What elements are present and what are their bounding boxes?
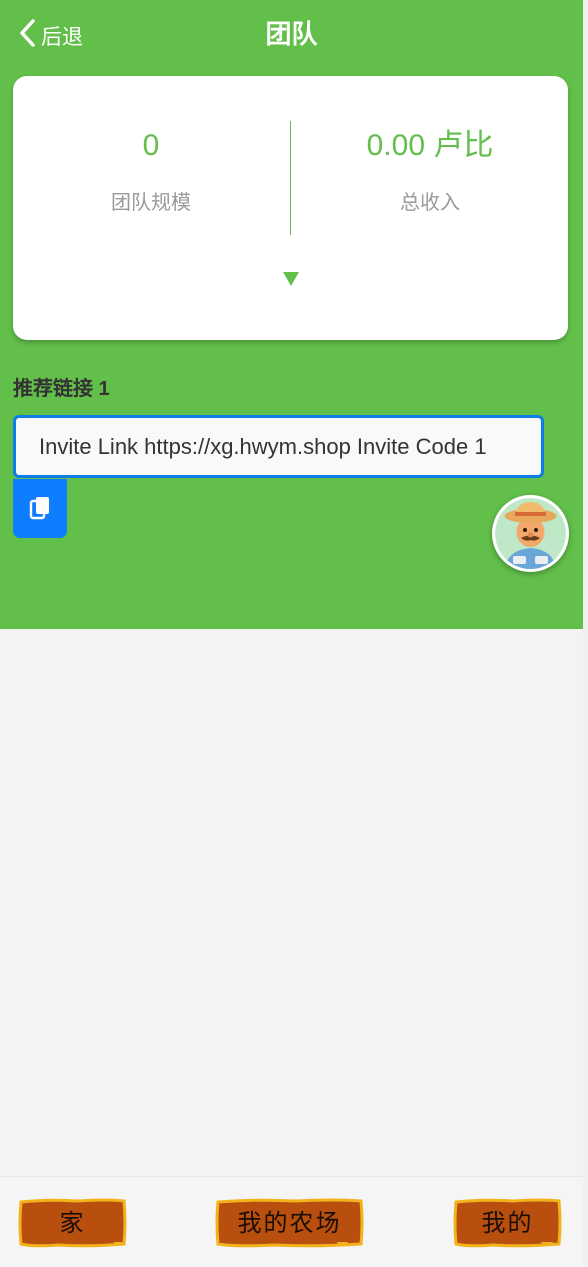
- nav-home-label: 家: [59, 1209, 86, 1237]
- team-size-value: 0: [142, 129, 160, 162]
- nav-mine-label: 我的: [481, 1209, 534, 1237]
- team-size-label: 团队规模: [111, 192, 191, 214]
- nav-home-button[interactable]: 家: [18, 1198, 127, 1248]
- nav-mine-button[interactable]: 我的: [453, 1198, 562, 1248]
- total-income-value: 0.00 卢比: [366, 129, 494, 162]
- page-title: 团队: [265, 19, 318, 49]
- team-size-stat: 0 团队规模: [13, 128, 289, 215]
- total-income-stat: 0.00 卢比 总收入: [292, 128, 568, 215]
- copy-icon: [29, 496, 49, 519]
- stats-card: 0 团队规模 0.00 卢比 总收入: [13, 76, 568, 340]
- farmer-avatar-button[interactable]: [492, 495, 569, 572]
- nav-my-farm-label: 我的农场: [237, 1209, 342, 1237]
- farmer-avatar: [495, 498, 566, 569]
- copy-button[interactable]: [13, 479, 67, 538]
- nav-my-farm-button[interactable]: 我的农场: [215, 1198, 364, 1248]
- bottom-nav: 家 我的农场 我的: [0, 1176, 583, 1267]
- total-income-label: 总收入: [400, 192, 460, 214]
- scrollbar-track: [583, 0, 588, 1266]
- referral-link-input[interactable]: [13, 415, 544, 478]
- stat-divider: [290, 121, 291, 235]
- referral-section-title: 推荐链接 1: [13, 378, 110, 400]
- triangle-down-icon[interactable]: [282, 271, 300, 287]
